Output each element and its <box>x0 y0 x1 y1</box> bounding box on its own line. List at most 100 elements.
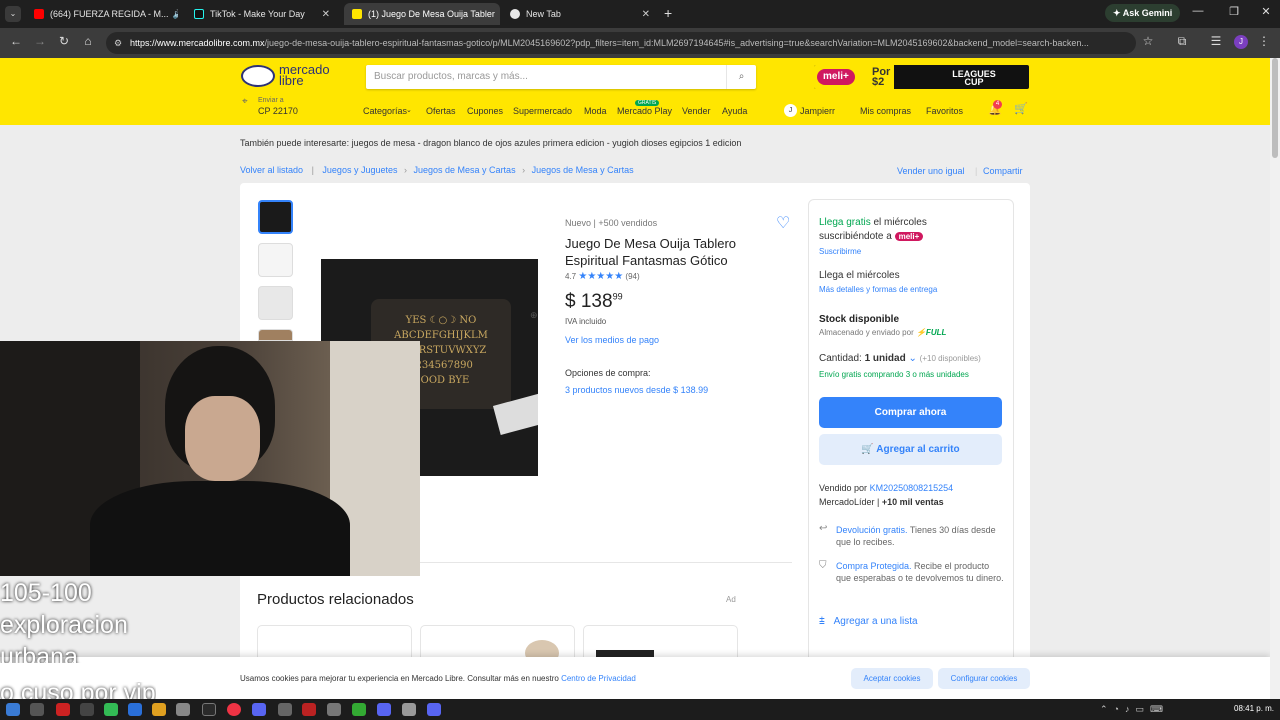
thumbnail-3[interactable] <box>258 286 293 320</box>
share-link[interactable]: Compartir <box>983 166 1023 176</box>
tab-mercadolibre[interactable]: (1) Juego De Mesa Ouija Tabler✕ <box>344 3 500 25</box>
add-to-cart-button[interactable]: 🛒 Agregar al carrito <box>819 434 1002 465</box>
close-window-button[interactable]: ✕ <box>1256 5 1276 18</box>
app-icon[interactable] <box>202 703 216 716</box>
breadcrumb-item[interactable]: Juegos de Mesa y Cartas <box>414 165 516 175</box>
suggestions-links[interactable]: juegos de mesa - dragon blanco de ojos a… <box>352 138 742 148</box>
clock[interactable]: 08:41 p. m. <box>1234 704 1274 713</box>
free-return-link[interactable]: Devolución gratis. <box>836 525 908 535</box>
delivery-details-link[interactable]: Más detalles y formas de entrega <box>819 285 937 294</box>
app-icon[interactable] <box>80 703 94 716</box>
thumbnail-1[interactable] <box>258 200 293 234</box>
maximize-button[interactable]: ❐ <box>1224 5 1244 18</box>
chrome-icon[interactable] <box>227 703 241 716</box>
close-icon[interactable]: ✕ <box>316 9 330 20</box>
breadcrumb-item[interactable]: Juegos y Juguetes <box>322 165 397 175</box>
add-cart-label: Agregar al carrito <box>876 444 960 455</box>
breadcrumb-item[interactable]: Juegos de Mesa y Cartas <box>532 165 634 175</box>
discord-icon[interactable] <box>252 703 266 716</box>
privacy-center-link[interactable]: Centro de Privacidad <box>561 674 636 683</box>
subscribe-text: suscribiéndote a meli+ <box>819 231 924 242</box>
bookmark-star-icon[interactable]: ☆ <box>1140 34 1156 48</box>
extensions-icon[interactable]: ⧉ <box>1174 34 1190 49</box>
nav-categorias[interactable]: Categorías <box>363 106 407 116</box>
protection-link[interactable]: Compra Protegida. <box>836 561 912 571</box>
search-icon[interactable] <box>30 703 44 716</box>
add-to-list[interactable]: ⩲ Agregar a una lista <box>819 616 918 627</box>
close-icon[interactable]: ✕ <box>636 9 650 20</box>
search-input[interactable]: Buscar productos, marcas y más... ⌕ <box>366 65 756 89</box>
thumbnail-2[interactable] <box>258 243 293 277</box>
tab-new-tab[interactable]: New Tab ✕ <box>502 3 658 25</box>
back-to-list-link[interactable]: Volver al listado <box>240 165 303 175</box>
tab-search-icon[interactable]: ⌄ <box>5 6 21 22</box>
url-bar[interactable]: ⚙ https://www.mercadolibre.com.mx/juego-d… <box>106 32 1136 54</box>
accept-cookies-button[interactable]: Aceptar cookies <box>851 668 933 689</box>
scroll-thumb[interactable] <box>1272 58 1278 158</box>
ask-gemini-button[interactable]: ✦ Ask Gemini <box>1105 4 1181 22</box>
nav-favorites[interactable]: Favoritos <box>926 106 963 116</box>
favorite-heart-icon[interactable]: ♡ <box>776 213 790 233</box>
sell-same-link[interactable]: Vender uno igual <box>897 166 965 176</box>
nav-moda[interactable]: Moda <box>584 106 607 116</box>
purchase-options-link[interactable]: 3 productos nuevos desde $ 138.99 <box>565 385 708 395</box>
configure-cookies-button[interactable]: Configurar cookies <box>938 668 1030 689</box>
nav-user[interactable]: Jampierr <box>800 106 835 116</box>
nav-my-purchases[interactable]: Mis compras <box>860 106 911 116</box>
app-icon[interactable] <box>278 703 292 716</box>
folder-icon[interactable] <box>152 703 166 716</box>
nav-ayuda[interactable]: Ayuda <box>722 106 747 116</box>
back-icon[interactable]: ← <box>8 34 24 48</box>
menu-icon[interactable]: ⋮ <box>1256 34 1272 48</box>
nav-cupones[interactable]: Cupones <box>467 106 503 116</box>
profile-avatar[interactable]: J <box>1234 35 1248 49</box>
nav-vender[interactable]: Vender <box>682 106 711 116</box>
user-avatar[interactable]: J <box>784 104 797 117</box>
tab-youtube[interactable]: (664) FUERZA REGIDA - M...🔊✕ <box>26 3 178 25</box>
app-icon[interactable] <box>352 703 366 716</box>
full-badge: ⚡FULL <box>915 328 947 337</box>
quantity-selector[interactable]: Cantidad: 1 unidad ⌄ (+10 disponibles) <box>819 353 981 364</box>
app-icon[interactable] <box>56 703 70 716</box>
subscribe-link[interactable]: Suscribirme <box>819 247 861 256</box>
mercadolibre-icon <box>352 9 362 19</box>
app-icon[interactable] <box>377 703 391 716</box>
location-icon[interactable]: ⌖ <box>242 96 248 107</box>
payment-methods-link[interactable]: Ver los medios de pago <box>565 335 659 345</box>
app-icon[interactable] <box>128 703 142 716</box>
app-icon[interactable] <box>402 703 416 716</box>
thumbnail-4[interactable] <box>258 329 293 341</box>
minimize-button[interactable]: — <box>1188 5 1208 17</box>
seller-link[interactable]: KM20250808215254 <box>870 483 954 493</box>
tray-icons[interactable]: ⌃◔♪▭⌨ <box>1100 704 1169 715</box>
tab-tiktok[interactable]: TikTok - Make Your Day ✕ <box>186 3 338 25</box>
product-rating[interactable]: 4.7 ★★★★★ (94) <box>565 271 640 282</box>
reload-icon[interactable]: ↻ <box>56 34 72 48</box>
nav-ofertas[interactable]: Ofertas <box>426 106 456 116</box>
reading-list-icon[interactable]: ☰ <box>1208 34 1224 48</box>
app-icon[interactable] <box>427 703 441 716</box>
page-scrollbar[interactable] <box>1270 58 1280 699</box>
home-icon[interactable]: ⌂ <box>80 34 96 48</box>
related-products-title: Productos relacionados <box>257 591 414 608</box>
app-icon[interactable] <box>104 703 118 716</box>
ship-cp[interactable]: CP 22170 <box>258 106 298 116</box>
app-icon[interactable] <box>176 703 190 716</box>
chevron-down-icon: ⌄ <box>406 107 412 114</box>
cart-icon[interactable]: 🛒 <box>1014 102 1028 115</box>
promo-banner[interactable]: meli+ Por $2 LEAGUES CUP <box>814 65 1029 89</box>
buy-now-button[interactable]: Comprar ahora <box>819 397 1002 428</box>
mercadolibre-handshake-icon[interactable] <box>241 65 275 87</box>
site-logo[interactable]: mercado libre <box>279 63 330 87</box>
search-icon[interactable]: ⌕ <box>726 65 756 89</box>
app-icon[interactable] <box>302 703 316 716</box>
leader-badge: MercadoLíder <box>819 497 875 507</box>
nav-supermercado[interactable]: Supermercado <box>513 106 572 116</box>
close-icon[interactable]: ✕ <box>495 9 500 20</box>
start-icon[interactable] <box>6 703 20 716</box>
nav-mercado-play[interactable]: Mercado Play <box>617 106 672 116</box>
tiktok-icon <box>194 9 204 19</box>
forward-icon[interactable]: → <box>32 34 48 48</box>
app-icon[interactable] <box>327 703 341 716</box>
new-tab-button[interactable]: + <box>664 5 672 21</box>
